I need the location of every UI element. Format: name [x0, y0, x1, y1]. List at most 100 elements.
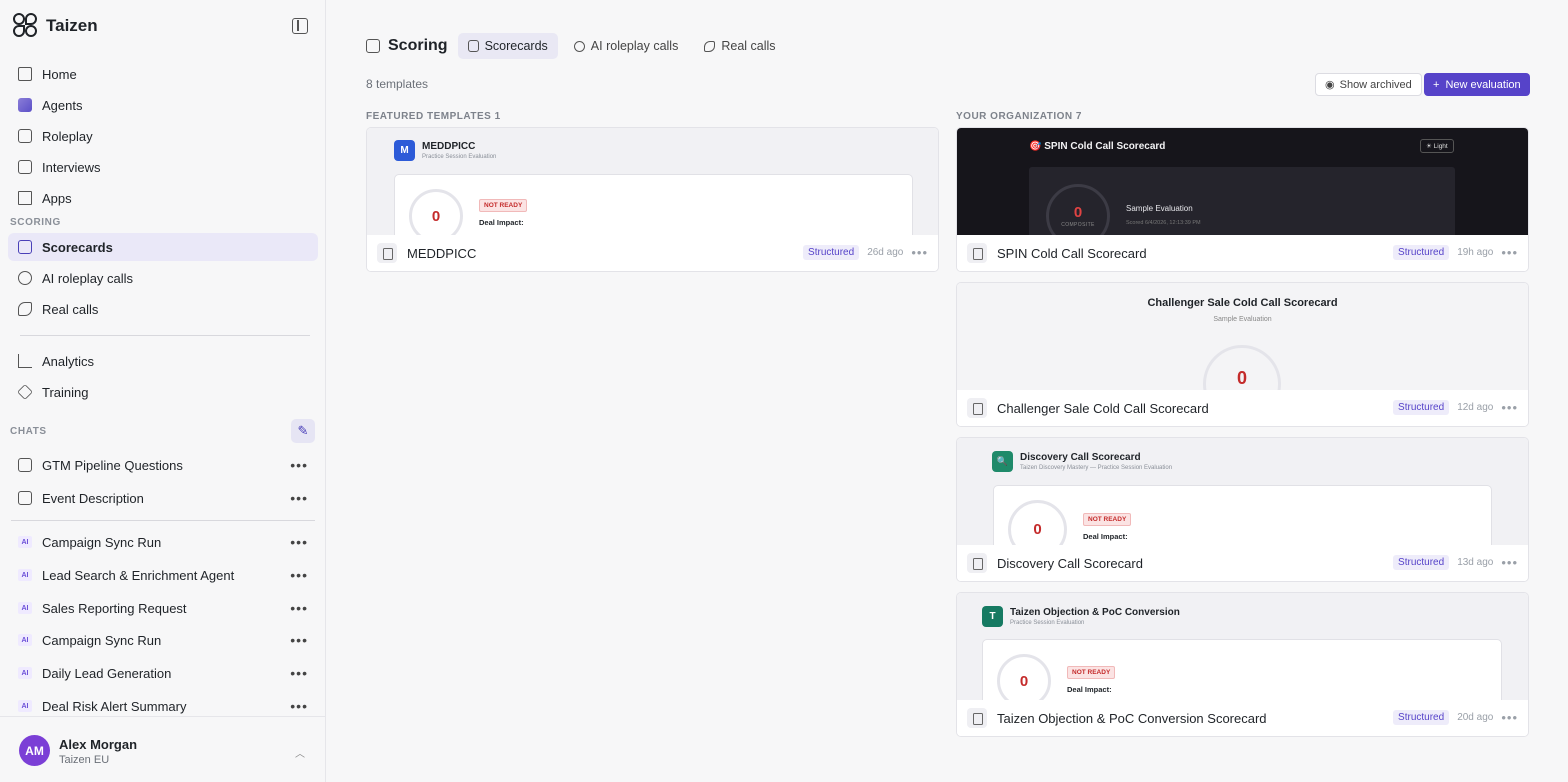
more-options-icon[interactable]: ••• — [1501, 245, 1518, 260]
light-toggle: ☀ Light — [1420, 139, 1454, 153]
tab-real-calls[interactable]: Real calls — [694, 33, 785, 59]
plus-icon: + — [1433, 78, 1440, 91]
collapse-sidebar-icon[interactable] — [292, 18, 308, 34]
phone-sparkle-icon — [573, 40, 585, 52]
tab-ai-roleplay-calls[interactable]: AI roleplay calls — [564, 33, 689, 59]
more-options-icon[interactable]: ••• — [290, 698, 308, 714]
phone-icon — [704, 40, 716, 52]
ai-badge-icon: AI — [18, 602, 32, 614]
avatar: AM — [19, 735, 50, 766]
preview-panel: 0 NOT READY Deal Impact: — [394, 174, 913, 235]
tab-ai-roleplay-calls-label: AI roleplay calls — [590, 39, 679, 53]
more-options-icon[interactable]: ••• — [290, 600, 308, 616]
card-preview: T Taizen Objection & PoC Conversion Prac… — [957, 593, 1528, 700]
ai-chat-item-label: Deal Risk Alert Summary — [42, 698, 187, 714]
taizen-logo-icon — [12, 12, 40, 40]
preview-title: Discovery Call Scorecard — [1020, 452, 1141, 463]
chat-item-label: Event Description — [42, 490, 144, 506]
nav-roleplay[interactable]: Roleplay — [8, 122, 318, 150]
show-archived-button[interactable]: ◉ Show archived — [1315, 73, 1422, 96]
type-badge: Structured — [803, 245, 860, 260]
new-evaluation-label: New evaluation — [1445, 78, 1521, 91]
card-title: SPIN Cold Call Scorecard — [997, 245, 1147, 261]
nav-home-label: Home — [42, 66, 77, 82]
tab-scorecards[interactable]: Scorecards — [457, 33, 558, 59]
nav-apps[interactable]: Apps — [8, 184, 318, 212]
more-options-icon[interactable]: ••• — [290, 632, 308, 648]
user-name: Alex Morgan — [59, 737, 138, 752]
more-options-icon[interactable]: ••• — [1501, 400, 1518, 415]
more-options-icon[interactable]: ••• — [290, 490, 308, 506]
chats-divider — [11, 520, 315, 521]
more-options-icon[interactable]: ••• — [1501, 710, 1518, 725]
ai-chat-item-label: Lead Search & Enrichment Agent — [42, 567, 235, 583]
card-footer: Taizen Objection & PoC Conversion Scorec… — [957, 700, 1528, 736]
nav-analytics-label: Analytics — [42, 353, 95, 369]
magnifier-icon: 🔍 — [992, 451, 1013, 472]
ai-chat-item[interactable]: AI Campaign Sync Run ••• — [8, 528, 318, 556]
updated-age: 13d ago — [1457, 557, 1494, 568]
user-menu[interactable]: AM Alex Morgan Taizen EU ︿ — [0, 716, 325, 782]
nav-ai-roleplay-calls[interactable]: AI roleplay calls — [8, 264, 318, 292]
scorecard-card[interactable]: 🔍 Discovery Call Scorecard Taizen Discov… — [956, 437, 1529, 582]
more-options-icon[interactable]: ••• — [290, 457, 308, 473]
score-ring: 0 COMPOSITE — [1046, 184, 1110, 235]
preview-panel: 0 NOT READY Deal Impact: — [993, 485, 1492, 545]
page-title: Scoring — [366, 37, 448, 55]
page-title-text: Scoring — [388, 37, 448, 54]
ai-chat-item[interactable]: AI Lead Search & Enrichment Agent ••• — [8, 561, 318, 589]
tab-real-calls-label: Real calls — [721, 39, 776, 53]
updated-age: 12d ago — [1457, 402, 1494, 413]
card-footer: Discovery Call Scorecard Structured 13d … — [957, 545, 1528, 581]
nav-home[interactable]: Home — [8, 60, 318, 88]
preview-badge: M — [394, 140, 415, 161]
ai-chat-item[interactable]: AI Daily Lead Generation ••• — [8, 659, 318, 687]
preview-title: 🎯 SPIN Cold Call Scorecard — [1029, 141, 1166, 152]
new-chat-button[interactable]: ✎ — [291, 419, 315, 443]
preview-subtitle: Taizen Discovery Mastery — Practice Sess… — [1020, 465, 1173, 471]
score-caption: COMPOSITE — [1061, 222, 1095, 228]
chat-item[interactable]: GTM Pipeline Questions ••• — [8, 451, 318, 479]
nav-real-calls[interactable]: Real calls — [8, 295, 318, 323]
card-preview: Challenger Sale Cold Call Scorecard Samp… — [957, 283, 1528, 390]
scorecard-card[interactable]: M MEDDPICC Practice Session Evaluation 0… — [366, 127, 939, 272]
scorecard-card[interactable]: Challenger Sale Cold Call Scorecard Samp… — [956, 282, 1529, 427]
ai-chat-item[interactable]: AI Campaign Sync Run ••• — [8, 626, 318, 654]
more-options-icon[interactable]: ••• — [290, 665, 308, 681]
nav-analytics[interactable]: Analytics — [8, 347, 318, 375]
nav-agents[interactable]: Agents — [8, 91, 318, 119]
clipboard-icon — [967, 243, 987, 263]
scorecard-card[interactable]: T Taizen Objection & PoC Conversion Prac… — [956, 592, 1529, 737]
nav-scorecards[interactable]: Scorecards — [8, 233, 318, 261]
more-options-icon[interactable]: ••• — [290, 534, 308, 550]
scorecard-card[interactable]: 🎯 SPIN Cold Call Scorecard ☀ Light 0 COM… — [956, 127, 1529, 272]
ai-badge-icon: AI — [18, 634, 32, 646]
brand[interactable]: Taizen — [12, 12, 98, 40]
phone-sparkle-icon — [18, 271, 32, 285]
type-badge: Structured — [1393, 400, 1450, 415]
chat-item[interactable]: Event Description ••• — [8, 484, 318, 512]
chats-section-label: CHATS — [10, 426, 47, 437]
chat-item-label: GTM Pipeline Questions — [42, 457, 183, 473]
more-options-icon[interactable]: ••• — [1501, 555, 1518, 570]
card-preview: 🔍 Discovery Call Scorecard Taizen Discov… — [957, 438, 1528, 545]
card-title: Challenger Sale Cold Call Scorecard — [997, 400, 1209, 416]
card-title: Taizen Objection & PoC Conversion Scorec… — [997, 710, 1267, 726]
roleplay-icon — [18, 129, 32, 143]
deal-impact-label: Deal Impact: — [1067, 685, 1112, 694]
more-options-icon[interactable]: ••• — [911, 245, 928, 260]
clipboard-icon — [967, 708, 987, 728]
card-footer: SPIN Cold Call Scorecard Structured 19h … — [957, 235, 1528, 271]
nav-training-label: Training — [42, 384, 89, 400]
nav-interviews[interactable]: Interviews — [8, 153, 318, 181]
ai-chat-item[interactable]: AI Sales Reporting Request ••• — [8, 594, 318, 622]
new-evaluation-button[interactable]: + New evaluation — [1424, 73, 1530, 96]
clipboard-icon — [967, 553, 987, 573]
preview-header: M MEDDPICC Practice Session Evaluation — [394, 140, 496, 161]
more-options-icon[interactable]: ••• — [290, 567, 308, 583]
clipboard-check-icon — [18, 240, 32, 254]
nav-training[interactable]: Training — [8, 378, 318, 406]
nav-apps-label: Apps — [42, 190, 72, 206]
ai-chat-item-label: Daily Lead Generation — [42, 665, 172, 681]
ai-chat-item-label: Sales Reporting Request — [42, 600, 187, 616]
